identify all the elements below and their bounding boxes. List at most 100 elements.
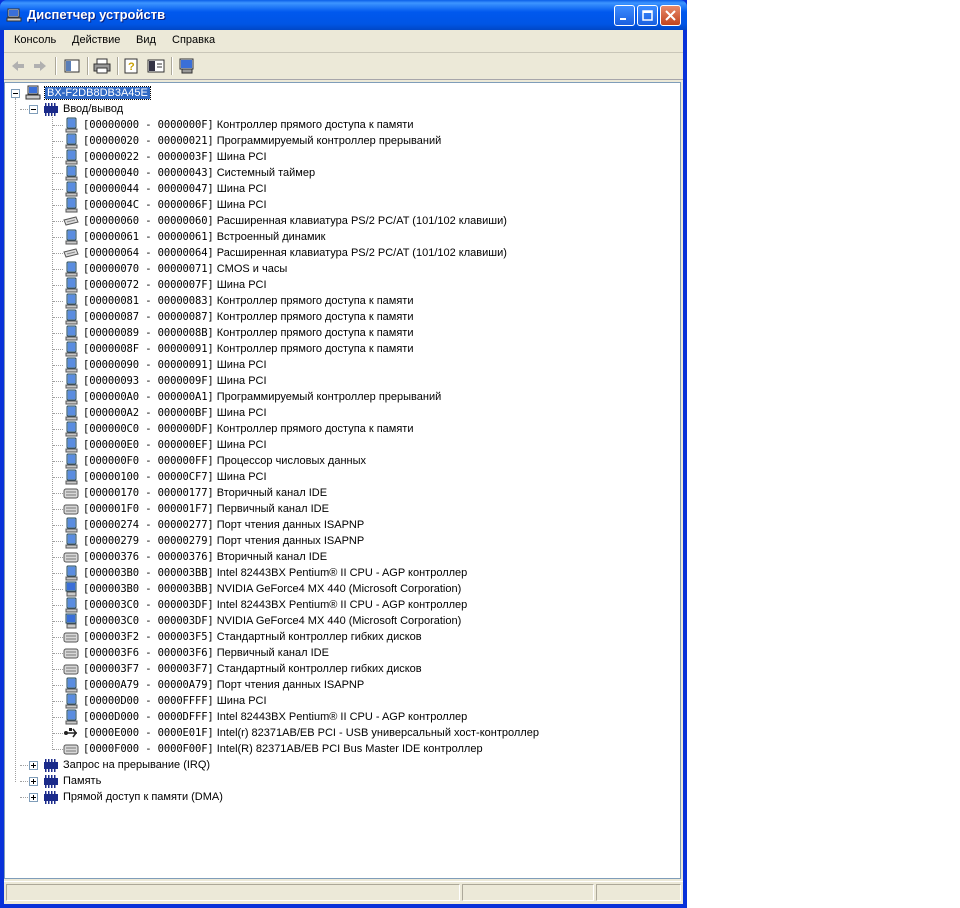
system-device-icon	[63, 149, 79, 165]
expand-group-toggle[interactable]	[29, 793, 38, 802]
device-tree[interactable]: BX-F2DB8DB3A45E Ввод/вывод [00000000 - 000…	[4, 82, 681, 879]
close-button[interactable]	[660, 5, 681, 26]
scan-hardware-icon[interactable]	[177, 57, 197, 75]
system-device-icon	[63, 421, 79, 437]
io-range: [000000F0 - 000000FF]	[83, 455, 214, 467]
system-device-icon	[63, 709, 79, 725]
device-name: Intel 82443BX Pentium® II CPU - AGP конт…	[216, 567, 468, 579]
io-range: [00000A79 - 00000A79]	[83, 679, 214, 691]
tree-item-label: [00000100 - 00000CF7] Шина PCI	[83, 469, 267, 485]
io-range: [00000081 - 00000083]	[83, 295, 214, 307]
device-name: Контроллер прямого доступа к памяти	[216, 295, 414, 307]
ide-controller-icon	[63, 645, 79, 661]
tree-line	[53, 429, 63, 430]
collapse-root-toggle[interactable]	[11, 89, 20, 98]
computer-icon	[6, 7, 22, 23]
show-hide-tree-icon[interactable]	[62, 57, 82, 75]
back-arrow-icon[interactable]	[8, 57, 28, 75]
io-range: [00000000 - 0000000F]	[83, 119, 214, 131]
io-range: [0000F000 - 0000F00F]	[83, 743, 214, 755]
io-range: [000003C0 - 000003DF]	[83, 615, 214, 627]
io-range: [000000E0 - 000000EF]	[83, 439, 214, 451]
io-range: [00000376 - 00000376]	[83, 551, 214, 563]
tree-item-label: [00000022 - 0000003F] Шина PCI	[83, 149, 267, 165]
io-range: [0000008F - 00000091]	[83, 343, 214, 355]
tree-line	[20, 109, 28, 110]
group-label: Память	[63, 775, 102, 787]
tree-item-label: [00000170 - 00000177] Вторичный канал ID…	[83, 485, 327, 501]
system-device-icon	[63, 261, 79, 277]
tree-item-label: [0000E000 - 0000E01F] Intel(r) 82371AB/E…	[83, 725, 539, 741]
expand-group-toggle[interactable]	[29, 777, 38, 786]
io-range: [00000072 - 0000007F]	[83, 279, 214, 291]
tree-item-label: [000003B0 - 000003BB] NVIDIA GeForce4 MX…	[83, 581, 461, 597]
help-icon[interactable]: ?	[122, 57, 142, 75]
io-range: [00000090 - 00000091]	[83, 359, 214, 371]
device-name: Шина PCI	[216, 199, 267, 211]
system-device-icon	[63, 357, 79, 373]
tree-item-label: [00000089 - 0000008B] Контроллер прямого…	[83, 325, 413, 341]
tree-item-label: [000003F2 - 000003F5] Стандартный контро…	[83, 629, 422, 645]
device-name: Первичный канал IDE	[216, 503, 329, 515]
tree-line	[53, 685, 63, 686]
tree-line	[53, 573, 63, 574]
system-device-icon	[63, 117, 79, 133]
tree-item-label: [0000004C - 0000006F] Шина PCI	[83, 197, 267, 213]
tree-line	[53, 285, 63, 286]
system-device-icon	[63, 677, 79, 693]
system-device-icon	[63, 373, 79, 389]
device-name: Intel 82443BX Pentium® II CPU - AGP конт…	[216, 599, 468, 611]
tree-line	[20, 765, 28, 766]
device-name: Первичный канал IDE	[216, 647, 329, 659]
io-range: [000003F7 - 000003F7]	[83, 663, 214, 675]
menu-help[interactable]: Справка	[172, 34, 215, 46]
expand-group-toggle[interactable]	[29, 761, 38, 770]
forward-arrow-icon[interactable]	[30, 57, 50, 75]
tree-item-label: Ввод/вывод	[63, 101, 123, 117]
tree-line	[53, 525, 63, 526]
display-adapter-icon	[63, 613, 79, 629]
tree-line	[53, 445, 63, 446]
device-manager-window: Диспетчер устройств Консоль Действие Вид…	[0, 0, 687, 908]
device-name: Контроллер прямого доступа к памяти	[216, 343, 414, 355]
tree-line	[53, 141, 63, 142]
menu-action[interactable]: Действие	[72, 34, 120, 46]
group-label: Прямой доступ к памяти (DMA)	[63, 791, 223, 803]
device-name: Intel(R) 82371AB/EB PCI Bus Master IDE к…	[216, 743, 483, 755]
system-device-icon	[63, 341, 79, 357]
tree-line	[53, 413, 63, 414]
status-cell-2	[462, 884, 594, 901]
properties-icon[interactable]	[146, 57, 166, 75]
title-bar[interactable]: Диспетчер устройств	[0, 0, 687, 30]
print-icon[interactable]	[92, 57, 112, 75]
tree-line	[53, 605, 63, 606]
io-group-icon	[43, 757, 59, 773]
menu-console[interactable]: Консоль	[14, 34, 56, 46]
io-range: [000003B0 - 000003BB]	[83, 583, 214, 595]
system-device-icon	[63, 453, 79, 469]
io-range: [00000064 - 00000064]	[83, 247, 214, 259]
tree-line	[53, 477, 63, 478]
tree-line	[53, 269, 63, 270]
display-adapter-icon	[63, 581, 79, 597]
io-range: [0000004C - 0000006F]	[83, 199, 214, 211]
tree-item-label: Запрос на прерывание (IRQ)	[63, 757, 210, 773]
tree-line	[53, 221, 63, 222]
tree-line	[53, 733, 63, 734]
tree-item-label: [00000061 - 00000061] Встроенный динамик	[83, 229, 325, 245]
tree-line	[53, 253, 63, 254]
group-label: Ввод/вывод	[63, 103, 124, 115]
minimize-button[interactable]	[614, 5, 635, 26]
maximize-button[interactable]	[637, 5, 658, 26]
collapse-io-toggle[interactable]	[29, 105, 38, 114]
tree-item-label: [0000D000 - 0000DFFF] Intel 82443BX Pent…	[83, 709, 467, 725]
tree-line	[53, 637, 63, 638]
io-group-icon	[43, 789, 59, 805]
computer-name: BX-F2DB8DB3A45E	[44, 86, 151, 100]
system-device-icon	[63, 533, 79, 549]
menu-view[interactable]: Вид	[136, 34, 156, 46]
device-name: Порт чтения данных ISAPNP	[216, 519, 365, 531]
device-name: NVIDIA GeForce4 MX 440 (Microsoft Corpor…	[216, 615, 462, 627]
io-range: [00000087 - 00000087]	[83, 311, 214, 323]
tree-line	[53, 493, 63, 494]
